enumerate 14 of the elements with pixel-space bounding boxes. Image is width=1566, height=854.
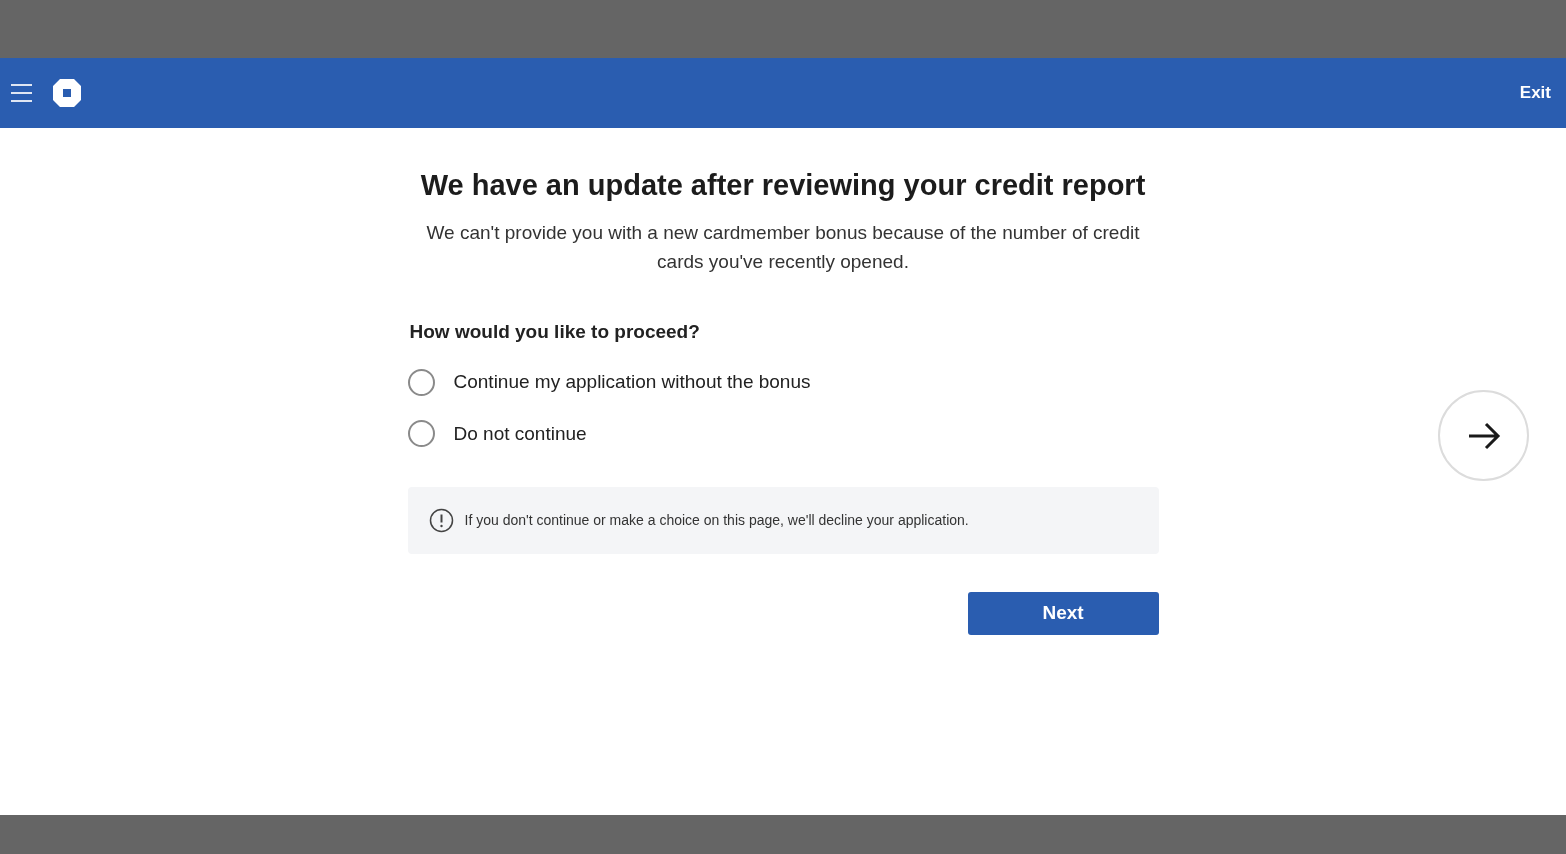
option-label: Do not continue bbox=[453, 421, 587, 446]
octagon-logo-icon[interactable] bbox=[52, 78, 82, 108]
exit-link[interactable]: Exit bbox=[1519, 80, 1551, 106]
radio-button[interactable] bbox=[407, 368, 435, 396]
arrow-right-icon bbox=[1466, 420, 1501, 451]
question-text: How would you like to proceed? bbox=[409, 319, 701, 344]
menu-icon[interactable] bbox=[11, 84, 32, 102]
page-title: We have an update after reviewing your credit report bbox=[420, 168, 1146, 203]
option-label: Continue my application without the bonus bbox=[453, 370, 811, 394]
subtitle-text: We can't provide you with a new cardmember bonus because of the number of credit cards you've recently opened. bbox=[425, 220, 1141, 274]
exclamation-icon bbox=[428, 508, 454, 533]
radio-button[interactable] bbox=[407, 420, 435, 448]
next-button[interactable]: Next bbox=[967, 592, 1159, 635]
notice-text: If you don't continue or make a choice on this page, we'll decline your application. bbox=[464, 511, 969, 530]
